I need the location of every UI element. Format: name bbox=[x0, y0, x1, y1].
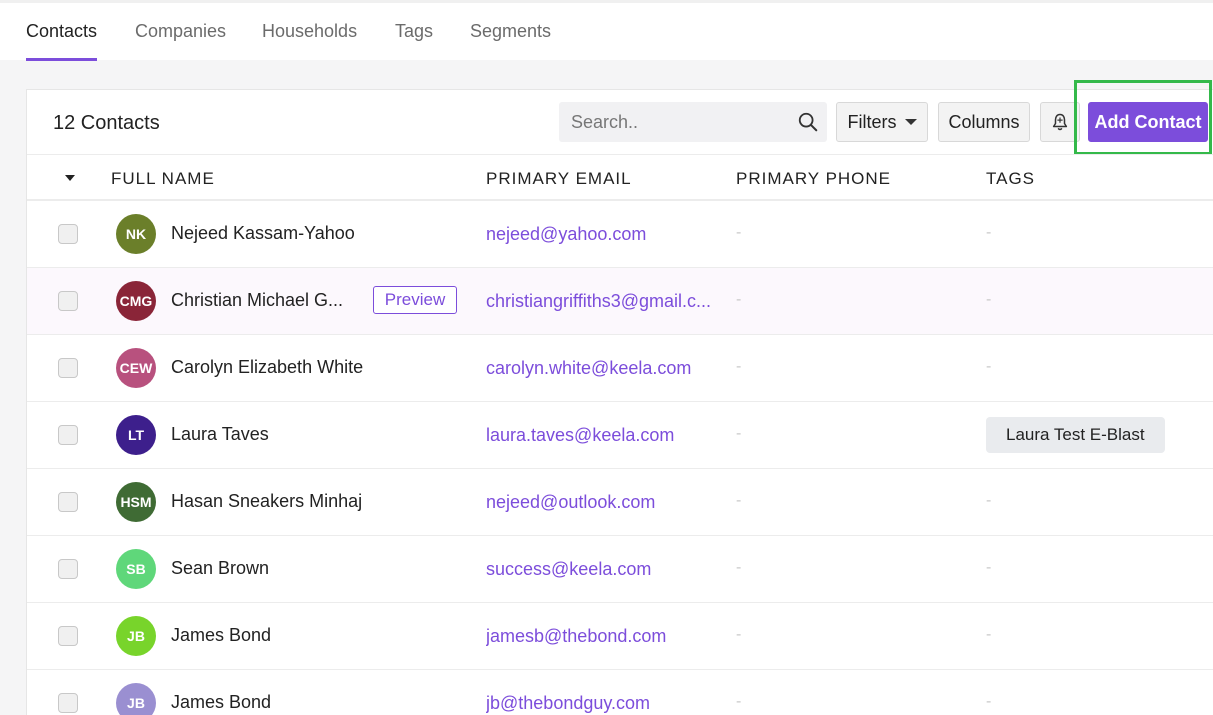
search-input[interactable] bbox=[559, 102, 789, 142]
chevron-down-icon bbox=[904, 119, 917, 125]
contact-tags: - bbox=[986, 559, 992, 576]
notification-button[interactable] bbox=[1040, 102, 1080, 142]
contact-email[interactable]: success@keela.com bbox=[486, 559, 651, 580]
sort-caret-icon[interactable] bbox=[65, 175, 75, 181]
tab-tags[interactable]: Tags bbox=[395, 21, 433, 61]
row-checkbox[interactable] bbox=[58, 224, 78, 244]
avatar: HSM bbox=[116, 482, 156, 522]
add-contact-label: Add Contact bbox=[1094, 111, 1202, 132]
columns-label: Columns bbox=[948, 111, 1020, 132]
table-row[interactable]: CMG Christian Michael G... Preview chris… bbox=[27, 268, 1213, 335]
table-row[interactable]: JB James Bond jamesb@thebond.com - - bbox=[27, 603, 1213, 670]
table-row[interactable]: CEW Carolyn Elizabeth White carolyn.whit… bbox=[27, 335, 1213, 402]
columns-button[interactable]: Columns bbox=[938, 102, 1030, 142]
filters-label: Filters bbox=[847, 111, 897, 132]
contacts-count: 12 Contacts bbox=[53, 112, 160, 134]
avatar: JB bbox=[116, 616, 156, 656]
tab-companies[interactable]: Companies bbox=[135, 21, 226, 61]
row-checkbox[interactable] bbox=[58, 291, 78, 311]
row-checkbox[interactable] bbox=[58, 425, 78, 445]
contact-tags: - bbox=[986, 358, 992, 375]
contact-name[interactable]: Christian Michael G... bbox=[171, 290, 343, 311]
tab-households[interactable]: Households bbox=[262, 21, 357, 61]
bell-icon bbox=[1052, 113, 1068, 131]
contact-email[interactable]: christiangriffiths3@gmail.c... bbox=[486, 291, 711, 312]
table-header: FULL NAME PRIMARY EMAIL PRIMARY PHONE TA… bbox=[27, 154, 1213, 201]
row-checkbox[interactable] bbox=[58, 626, 78, 646]
contacts-panel: 12 Contacts Filters Columns Add Contact … bbox=[26, 80, 1213, 715]
table-row[interactable]: SB Sean Brown success@keela.com - - bbox=[27, 536, 1213, 603]
avatar: SB bbox=[116, 549, 156, 589]
contact-phone: - bbox=[736, 291, 742, 308]
column-header-full-name[interactable]: FULL NAME bbox=[111, 169, 215, 189]
contact-phone: - bbox=[736, 559, 742, 576]
contact-tags: - bbox=[986, 626, 992, 643]
tab-bar: Contacts Companies Households Tags Segme… bbox=[0, 0, 1213, 61]
contact-phone: - bbox=[736, 425, 742, 442]
column-header-primary-email[interactable]: PRIMARY EMAIL bbox=[486, 169, 632, 189]
contact-tags: - bbox=[986, 492, 992, 509]
contact-email[interactable]: nejeed@yahoo.com bbox=[486, 224, 646, 245]
contact-email[interactable]: jb@thebondguy.com bbox=[486, 693, 650, 714]
contact-tags: - bbox=[986, 693, 992, 710]
row-checkbox[interactable] bbox=[58, 693, 78, 713]
contact-email[interactable]: laura.taves@keela.com bbox=[486, 425, 674, 446]
avatar: JB bbox=[116, 683, 156, 715]
column-header-primary-phone[interactable]: PRIMARY PHONE bbox=[736, 169, 891, 189]
contact-phone: - bbox=[736, 358, 742, 375]
row-checkbox[interactable] bbox=[58, 559, 78, 579]
contact-name[interactable]: Nejeed Kassam-Yahoo bbox=[171, 223, 355, 244]
contact-tags: - bbox=[986, 224, 992, 241]
contact-name[interactable]: Laura Taves bbox=[171, 424, 269, 445]
contact-phone: - bbox=[736, 224, 742, 241]
contact-name[interactable]: James Bond bbox=[171, 692, 271, 713]
search-icon[interactable] bbox=[797, 111, 819, 133]
preview-button[interactable]: Preview bbox=[373, 286, 457, 314]
table-row[interactable]: JB James Bond jb@thebondguy.com - - bbox=[27, 670, 1213, 715]
contact-email[interactable]: carolyn.white@keela.com bbox=[486, 358, 691, 379]
contact-email[interactable]: nejeed@outlook.com bbox=[486, 492, 655, 513]
avatar: CEW bbox=[116, 348, 156, 388]
add-contact-button[interactable]: Add Contact bbox=[1088, 102, 1208, 142]
table-row[interactable]: NK Nejeed Kassam-Yahoo nejeed@yahoo.com … bbox=[27, 201, 1213, 268]
contact-phone: - bbox=[736, 626, 742, 643]
contact-name[interactable]: Carolyn Elizabeth White bbox=[171, 357, 363, 378]
avatar: NK bbox=[116, 214, 156, 254]
tab-segments[interactable]: Segments bbox=[470, 21, 551, 61]
avatar: CMG bbox=[116, 281, 156, 321]
tag-chip[interactable]: Laura Test E-Blast bbox=[986, 417, 1165, 453]
search-box bbox=[559, 102, 827, 142]
contact-name[interactable]: Hasan Sneakers Minhaj bbox=[171, 491, 362, 512]
contact-name[interactable]: Sean Brown bbox=[171, 558, 269, 579]
column-header-tags[interactable]: TAGS bbox=[986, 169, 1035, 189]
contact-name[interactable]: James Bond bbox=[171, 625, 271, 646]
contact-phone: - bbox=[736, 492, 742, 509]
contact-phone: - bbox=[736, 693, 742, 710]
row-checkbox[interactable] bbox=[58, 358, 78, 378]
contact-tags: - bbox=[986, 291, 992, 308]
table-row[interactable]: LT Laura Taves laura.taves@keela.com - L… bbox=[27, 402, 1213, 469]
row-checkbox[interactable] bbox=[58, 492, 78, 512]
filters-button[interactable]: Filters bbox=[836, 102, 928, 142]
avatar: LT bbox=[116, 415, 156, 455]
table-row[interactable]: HSM Hasan Sneakers Minhaj nejeed@outlook… bbox=[27, 469, 1213, 536]
tab-contacts[interactable]: Contacts bbox=[26, 21, 98, 61]
contact-email[interactable]: jamesb@thebond.com bbox=[486, 626, 666, 647]
